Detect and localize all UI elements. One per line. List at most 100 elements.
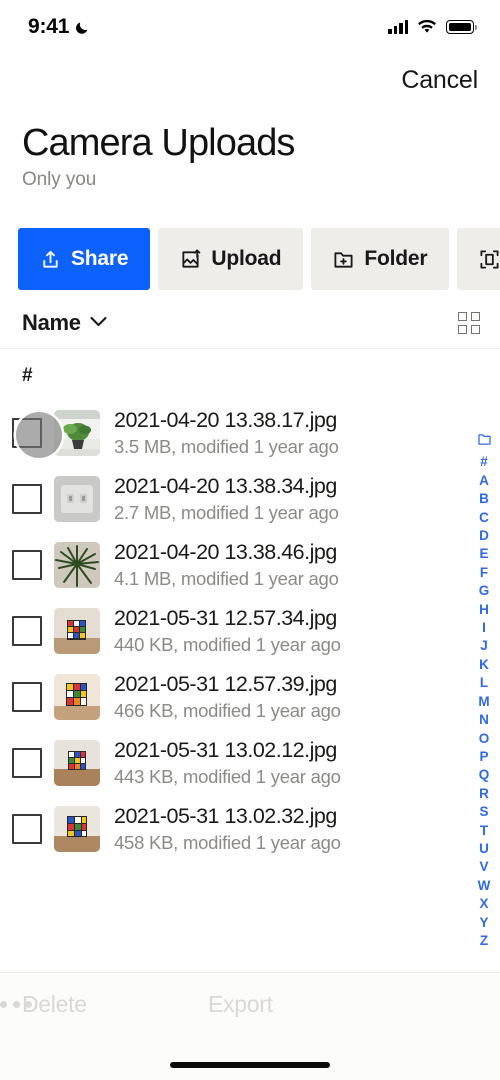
table-row[interactable]: 2021-04-20 13.38.17.jpg 3.5 MB, modified … — [0, 400, 500, 466]
index-scrubber-entry[interactable]: Y — [479, 914, 488, 932]
index-scrubber-entry[interactable]: R — [479, 785, 489, 803]
index-scrubber-entry[interactable]: Z — [480, 932, 488, 950]
row-checkbox[interactable] — [12, 748, 42, 778]
file-meta: 440 KB, modified 1 year ago — [114, 633, 341, 655]
folder-button-label: Folder — [364, 247, 428, 270]
bottom-toolbar: Delete Export — [0, 972, 500, 1080]
index-scrubber-entry[interactable]: W — [478, 877, 491, 895]
file-meta: 4.1 MB, modified 1 year ago — [114, 567, 339, 589]
sort-by-button[interactable]: Name — [22, 310, 107, 336]
index-scrubber-entry[interactable]: V — [479, 858, 488, 876]
row-checkbox[interactable] — [12, 682, 42, 712]
index-scrubber-entry[interactable]: X — [479, 895, 488, 913]
battery-full-icon — [446, 20, 477, 34]
index-scrubber-entry[interactable]: I — [482, 619, 486, 637]
index-scrubber-entry[interactable]: U — [479, 840, 489, 858]
page-title: Camera Uploads — [22, 122, 295, 164]
index-scrubber-entry[interactable]: H — [479, 601, 489, 619]
file-meta: 2.7 MB, modified 1 year ago — [114, 501, 339, 523]
index-scrubber-entry[interactable]: L — [480, 674, 488, 692]
file-meta: 443 KB, modified 1 year ago — [114, 765, 341, 787]
file-thumbnail — [54, 740, 100, 786]
row-checkbox[interactable] — [12, 550, 42, 580]
cancel-button[interactable]: Cancel — [401, 66, 478, 95]
index-scrubber[interactable]: # A B C D E F G H I J K L M N O P Q R S T U V W X Y Z — [472, 432, 496, 950]
file-name: 2021-05-31 12.57.34.jpg — [114, 605, 337, 630]
table-row[interactable]: 2021-05-31 13.02.12.jpg 443 KB, modified … — [0, 730, 500, 796]
share-upload-icon — [40, 249, 61, 270]
list-section-header-label: # — [22, 365, 33, 386]
index-scrubber-entry[interactable]: Q — [479, 766, 490, 784]
phone-screen: 9:41 Cancel Camera Uploads Only you Shar… — [0, 0, 500, 1080]
row-text: 2021-05-31 13.02.32.jpg 458 KB, modified … — [114, 804, 341, 855]
row-text: 2021-05-31 12.57.39.jpg 466 KB, modified … — [114, 672, 341, 723]
page-subtitle: Only you — [22, 168, 97, 190]
sort-bar-divider — [0, 348, 500, 349]
row-text: 2021-05-31 12.57.34.jpg 440 KB, modified … — [114, 606, 341, 657]
index-scrubber-entry[interactable]: K — [479, 656, 489, 674]
row-checkbox[interactable] — [12, 616, 42, 646]
row-text: 2021-04-20 13.38.46.jpg 4.1 MB, modified … — [114, 540, 339, 591]
file-list: 2021-04-20 13.38.17.jpg 3.5 MB, modified … — [0, 400, 500, 862]
share-button-label: Share — [71, 247, 129, 270]
index-scrubber-entry[interactable]: E — [479, 545, 488, 563]
scan-icon — [479, 249, 500, 270]
index-scrubber-entry[interactable]: # — [480, 453, 488, 471]
file-name: 2021-05-31 12.57.39.jpg — [114, 671, 337, 696]
file-thumbnail — [54, 542, 100, 588]
row-checkbox[interactable] — [12, 484, 42, 514]
index-scrubber-entry[interactable]: D — [479, 527, 489, 545]
file-meta: 466 KB, modified 1 year ago — [114, 699, 341, 721]
delete-button[interactable]: Delete — [22, 991, 87, 1018]
sort-bar: Name — [0, 300, 500, 346]
folder-icon[interactable] — [477, 432, 491, 450]
table-row[interactable]: 2021-04-20 13.38.46.jpg 4.1 MB, modified … — [0, 532, 500, 598]
index-scrubber-entry[interactable]: S — [479, 803, 488, 821]
index-scrubber-entry[interactable]: B — [479, 490, 489, 508]
index-scrubber-entry[interactable]: F — [480, 564, 488, 582]
upload-button[interactable]: Upload — [158, 228, 304, 290]
index-scrubber-entry[interactable]: M — [478, 693, 489, 711]
row-checkbox[interactable] — [12, 418, 42, 448]
list-section-header: # — [0, 360, 500, 392]
file-thumbnail — [54, 674, 100, 720]
cellular-signal-icon — [388, 20, 408, 34]
action-chip-bar: Share Upload Folder — [0, 228, 500, 290]
image-upload-icon — [180, 249, 201, 270]
file-thumbnail — [54, 410, 100, 456]
status-bar-right — [388, 19, 477, 35]
home-indicator — [170, 1062, 330, 1068]
status-bar: 9:41 — [0, 0, 500, 54]
export-button[interactable]: Export — [208, 991, 273, 1018]
index-scrubber-entry[interactable]: C — [479, 509, 489, 527]
sort-by-label: Name — [22, 310, 81, 335]
table-row[interactable]: 2021-05-31 12.57.34.jpg 440 KB, modified … — [0, 598, 500, 664]
index-scrubber-entry[interactable]: N — [479, 711, 489, 729]
wifi-icon — [417, 19, 437, 35]
table-row[interactable]: 2021-04-20 13.38.34.jpg 2.7 MB, modified … — [0, 466, 500, 532]
index-scrubber-entry[interactable]: J — [480, 637, 488, 655]
index-scrubber-entry[interactable]: T — [480, 822, 488, 840]
page-header: Camera Uploads Only you — [0, 122, 500, 191]
index-scrubber-entry[interactable]: G — [479, 582, 490, 600]
row-text: 2021-04-20 13.38.17.jpg 3.5 MB, modified … — [114, 408, 339, 459]
file-meta: 3.5 MB, modified 1 year ago — [114, 435, 339, 457]
grid-view-icon[interactable] — [458, 312, 480, 334]
folder-plus-icon — [333, 249, 354, 270]
share-button[interactable]: Share — [18, 228, 151, 290]
index-scrubber-entry[interactable]: A — [479, 472, 489, 490]
file-name: 2021-04-20 13.38.17.jpg — [114, 407, 337, 432]
row-checkbox[interactable] — [12, 814, 42, 844]
file-meta: 458 KB, modified 1 year ago — [114, 831, 341, 853]
scan-button[interactable]: S — [457, 228, 500, 290]
table-row[interactable]: 2021-05-31 13.02.32.jpg 458 KB, modified … — [0, 796, 500, 862]
index-scrubber-entry[interactable]: O — [479, 730, 490, 748]
file-thumbnail — [54, 608, 100, 654]
file-name: 2021-05-31 13.02.32.jpg — [114, 803, 337, 828]
upload-button-label: Upload — [211, 247, 282, 270]
file-name: 2021-04-20 13.38.34.jpg — [114, 473, 337, 498]
folder-button[interactable]: Folder — [311, 228, 450, 290]
index-scrubber-entry[interactable]: P — [479, 748, 488, 766]
nav-bar: Cancel — [0, 54, 500, 116]
table-row[interactable]: 2021-05-31 12.57.39.jpg 466 KB, modified … — [0, 664, 500, 730]
